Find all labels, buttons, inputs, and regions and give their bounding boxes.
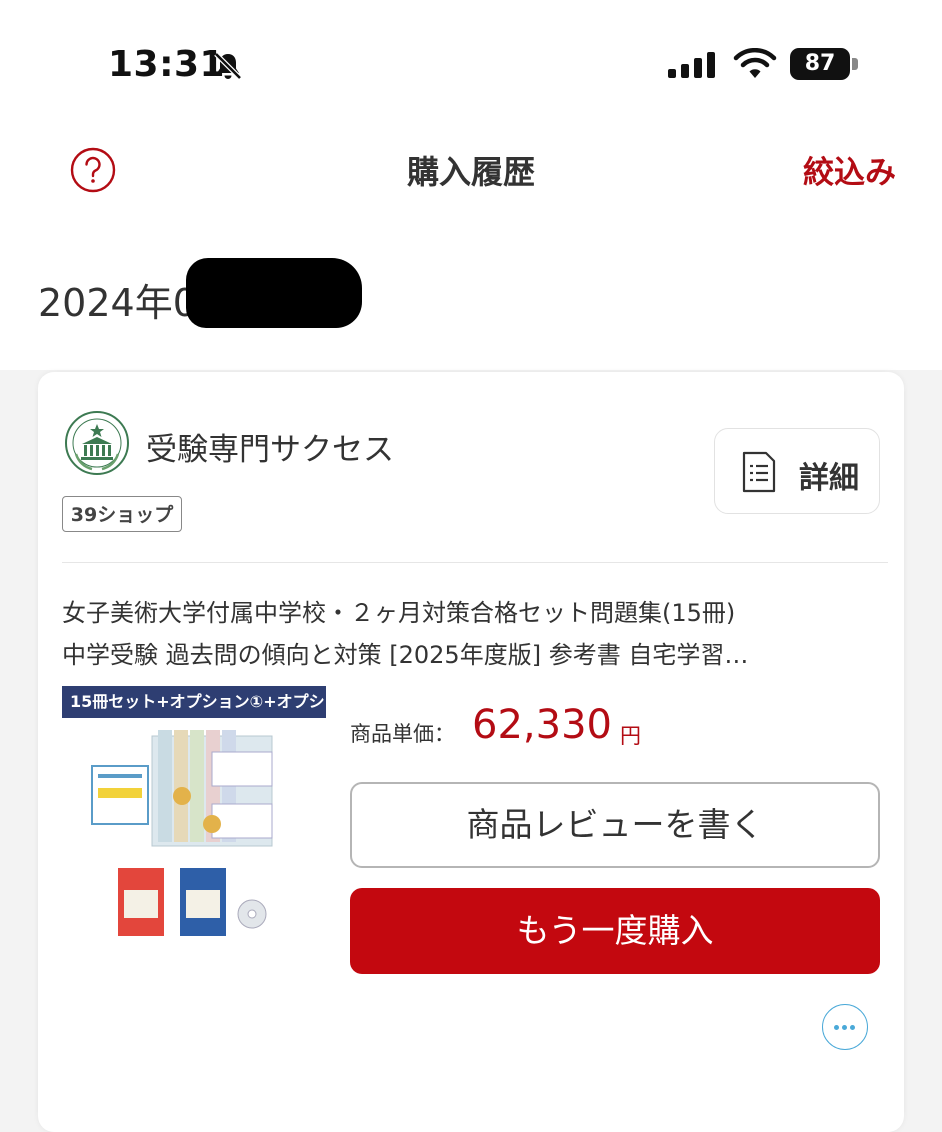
card-divider [62, 562, 888, 563]
status-bar: 13:31 87 [0, 0, 942, 120]
shop-name[interactable]: 受験専門サクセス [146, 424, 394, 469]
product-title[interactable]: 女子美術大学付属中学校・２ヶ月対策合格セット問題集(15冊) 中学受験 過去問の… [62, 592, 882, 676]
product-title-line-1: 女子美術大学付属中学校・２ヶ月対策合格セット問題集(15冊) [62, 599, 736, 627]
product-image[interactable]: 15冊セット+オプション①+オプション② [62, 686, 326, 956]
book-set-illustration [91, 730, 273, 936]
price-label: 商品単価： [350, 722, 455, 746]
detail-button-label: 詳細 [799, 461, 859, 496]
battery-level: 87 [804, 51, 836, 76]
redaction-mark [186, 258, 362, 328]
price-value: 62,330 [472, 702, 612, 748]
detail-button[interactable]: 詳細 [714, 428, 880, 514]
battery-nub [852, 58, 858, 70]
more-options-button[interactable] [822, 1004, 868, 1050]
battery-icon: 87 [790, 48, 858, 80]
filter-button[interactable]: 絞込み [803, 147, 896, 192]
product-image-banner: 15冊セット+オプション①+オプション② [62, 686, 326, 718]
document-icon [742, 451, 776, 493]
more-dot-icon [834, 1025, 839, 1030]
buy-again-button[interactable]: もう一度購入 [350, 888, 880, 974]
shop-logo-icon [65, 411, 129, 475]
shop-badge: 39ショップ [62, 496, 182, 532]
wifi-icon [733, 48, 777, 78]
write-review-button[interactable]: 商品レビューを書く [350, 782, 880, 868]
status-time: 13:31 [108, 44, 226, 85]
more-dot-icon [842, 1025, 847, 1030]
cellular-signal-icon [668, 52, 715, 78]
page-title: 購入履歴 [406, 153, 535, 191]
product-title-line-2: 中学受験 過去問の傾向と対策 [2025年度版] 参考書 自宅学習… [62, 641, 749, 669]
price-unit: 円 [620, 724, 641, 748]
more-dot-icon [850, 1025, 855, 1030]
bell-slash-icon [214, 52, 242, 80]
order-date-visible: 2024年0 [38, 281, 197, 325]
